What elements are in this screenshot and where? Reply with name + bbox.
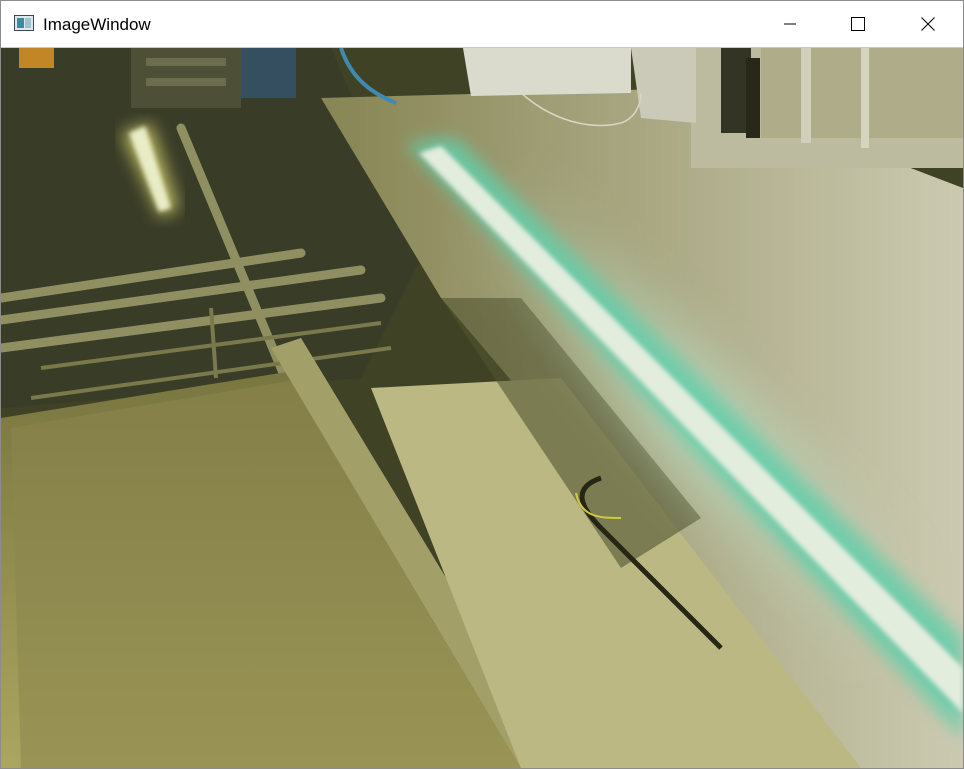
minimize-button[interactable] xyxy=(755,1,825,47)
title-bar[interactable]: ImageWindow xyxy=(1,1,963,48)
close-icon xyxy=(921,17,935,31)
maximize-button[interactable] xyxy=(823,1,893,47)
close-button[interactable] xyxy=(893,1,963,47)
image-canvas[interactable] xyxy=(1,48,963,768)
minimize-icon xyxy=(783,17,797,31)
image-window-icon xyxy=(14,15,34,31)
camera-image xyxy=(1,48,963,768)
maximize-icon xyxy=(851,17,865,31)
image-window: ImageWindow xyxy=(0,0,964,769)
window-title: ImageWindow xyxy=(43,15,151,34)
